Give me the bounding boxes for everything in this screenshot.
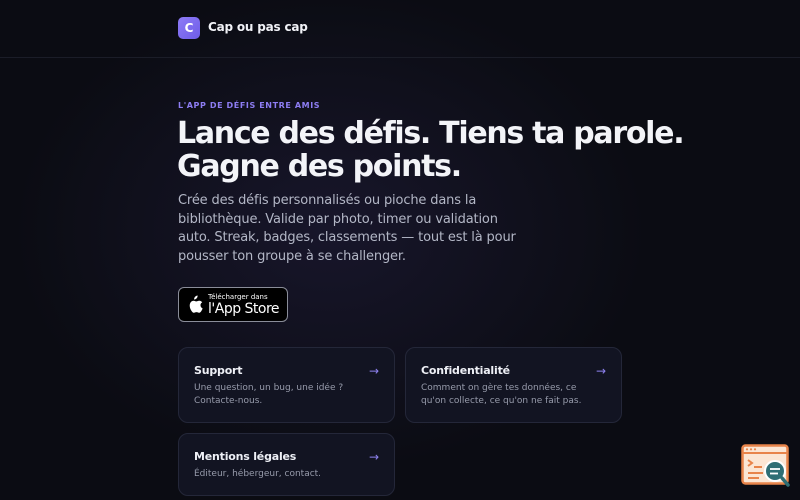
browser-search-icon[interactable] — [741, 444, 791, 490]
legal-notice-card[interactable]: Mentions légales Éditeur, hébergeur, con… — [178, 433, 395, 496]
app-logo[interactable]: C — [178, 17, 200, 39]
hero-title-line-1: Lance des défis. Tiens ta parole. — [177, 116, 685, 151]
app-store-button[interactable]: Télécharger dans l'App Store — [178, 287, 288, 322]
card-description: Une question, un bug, une idée ? Contact… — [194, 383, 344, 406]
hero-description: Crée des défis personnalisés ou pioche d… — [178, 193, 516, 264]
support-card[interactable]: Support Une question, un bug, une idée ?… — [178, 347, 395, 423]
app-store-big-label: l'App Store — [208, 301, 280, 317]
hero-title-line-2: Gagne des points. — [177, 149, 462, 184]
apple-icon — [189, 295, 203, 313]
card-title: Mentions légales — [194, 450, 297, 463]
arrow-right-icon: → — [595, 364, 606, 378]
hero-title: Lance des défis. Tiens ta parole. Gagne … — [177, 116, 685, 184]
arrow-right-icon: → — [368, 450, 379, 464]
logo-letter: C — [184, 21, 194, 35]
card-title: Confidentialité — [421, 364, 510, 377]
card-description: Éditeur, hébergeur, contact. — [194, 469, 322, 479]
card-title: Support — [194, 364, 243, 377]
hero-eyebrow: L'APP DE DÉFIS ENTRE AMIS — [178, 101, 321, 110]
privacy-card[interactable]: Confidentialité Comment on gère tes donn… — [405, 347, 622, 423]
brand-name[interactable]: Cap ou pas cap — [208, 20, 308, 34]
top-bar: C Cap ou pas cap — [0, 0, 800, 58]
app-store-small-label: Télécharger dans — [208, 293, 268, 301]
card-description: Comment on gère tes données, ce qu'on co… — [421, 383, 582, 406]
arrow-right-icon: → — [368, 364, 379, 378]
